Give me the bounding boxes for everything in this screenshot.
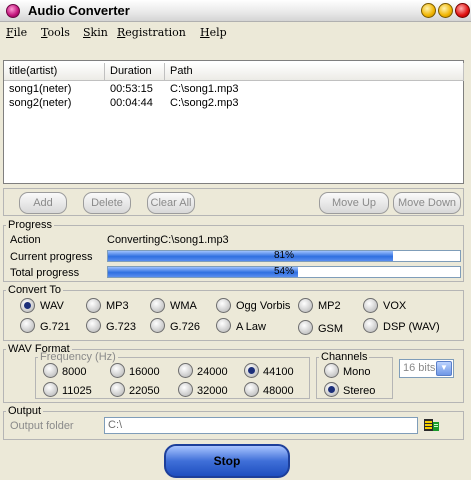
menu-help[interactable]: Help — [200, 26, 227, 39]
radio-mono[interactable] — [324, 363, 339, 378]
move-up-button[interactable]: Move Up — [319, 192, 389, 214]
radio-freq-22050-label: 22050 — [129, 385, 160, 397]
radio-freq-44100[interactable] — [244, 363, 259, 378]
radio-g726-label: G.726 — [170, 321, 200, 333]
browse-folder-icon[interactable] — [423, 416, 440, 433]
cell-title: song1(neter) — [9, 83, 72, 95]
radio-mp2-label: MP2 — [318, 300, 341, 312]
radio-mp2[interactable] — [298, 298, 313, 313]
chevron-down-icon[interactable] — [436, 361, 452, 376]
list-buttons: Add Delete Clear All Move Up Move Down — [3, 188, 464, 216]
radio-g726[interactable] — [150, 318, 165, 333]
radio-vox[interactable] — [363, 298, 378, 313]
cell-duration: 00:04:44 — [110, 97, 153, 109]
radio-dsp-wav-label: DSP (WAV) — [383, 321, 440, 333]
output-legend: Output — [8, 405, 42, 417]
clear-all-button[interactable]: Clear All — [147, 192, 195, 214]
list-header: title(artist) Duration Path — [4, 63, 464, 81]
radio-g723-label: G.723 — [106, 321, 136, 333]
current-progress-label: Current progress — [10, 251, 93, 263]
radio-g721[interactable] — [20, 318, 35, 333]
radio-freq-32000[interactable] — [178, 382, 193, 397]
radio-freq-8000-label: 8000 — [62, 366, 87, 378]
maximize-button[interactable] — [438, 3, 453, 18]
action-label: Action — [10, 234, 41, 246]
title-bar[interactable]: Audio Converter — [0, 0, 471, 22]
menu-file[interactable]: File — [6, 26, 27, 39]
list-row[interactable]: song1(neter) 00:53:15 C:\song1.mp3 — [4, 82, 463, 96]
radio-freq-22050[interactable] — [110, 382, 125, 397]
radio-freq-24000-label: 24000 — [197, 366, 228, 378]
radio-freq-44100-label: 44100 — [263, 366, 294, 378]
audio-converter-window: Audio Converter File Tools Skin Registra… — [0, 0, 471, 480]
app-icon — [6, 4, 20, 18]
radio-g721-label: G.721 — [40, 321, 70, 333]
radio-mono-label: Mono — [343, 366, 371, 378]
radio-gsm[interactable] — [298, 320, 313, 335]
radio-ogg-vorbis[interactable] — [216, 298, 231, 313]
radio-wma[interactable] — [150, 298, 165, 313]
radio-mp3-label: MP3 — [106, 300, 129, 312]
output-folder-field[interactable]: C:\ — [104, 417, 418, 434]
radio-g723[interactable] — [86, 318, 101, 333]
bits-select[interactable]: 16 bits — [399, 359, 454, 378]
close-button[interactable] — [455, 3, 470, 18]
radio-freq-16000-label: 16000 — [129, 366, 160, 378]
progress-legend: Progress — [8, 219, 53, 231]
radio-gsm-label: GSM — [318, 323, 344, 335]
current-progress-bar: 81% — [107, 250, 461, 262]
move-down-button[interactable]: Move Down — [393, 192, 461, 214]
list-row[interactable]: song2(neter) 00:04:44 C:\song2.mp3 — [4, 96, 463, 110]
radio-wav-label: WAV — [40, 300, 64, 312]
cell-duration: 00:53:15 — [110, 83, 153, 95]
cell-path: C:\song1.mp3 — [170, 83, 239, 95]
radio-a-law-label: A Law — [236, 321, 266, 333]
radio-stereo[interactable] — [324, 382, 339, 397]
menu-bar: File Tools Skin Registration Help — [0, 23, 471, 41]
file-list[interactable]: title(artist) Duration Path song1(neter)… — [3, 60, 464, 184]
total-progress-text: 54% — [273, 266, 294, 277]
radio-freq-11025[interactable] — [43, 382, 58, 397]
window-title: Audio Converter — [28, 3, 130, 18]
radio-mp3[interactable] — [86, 298, 101, 313]
radio-freq-24000[interactable] — [178, 363, 193, 378]
bits-select-value: 16 bits — [403, 362, 436, 374]
channels-legend: Channels — [321, 351, 368, 363]
output-folder-label: Output folder — [10, 420, 74, 432]
radio-freq-16000[interactable] — [110, 363, 125, 378]
radio-freq-48000[interactable] — [244, 382, 259, 397]
frequency-legend: Frequency (Hz) — [40, 351, 116, 363]
total-progress-bar: 54% — [107, 266, 461, 278]
current-progress-text: 81% — [273, 250, 294, 261]
column-title[interactable]: title(artist) — [4, 63, 105, 81]
menu-tools[interactable]: Tools — [41, 26, 70, 39]
menu-skin[interactable]: Skin — [83, 26, 108, 39]
menu-registration[interactable]: Registration — [117, 26, 186, 39]
radio-freq-48000-label: 48000 — [263, 385, 294, 397]
radio-vox-label: VOX — [383, 300, 407, 312]
radio-stereo-label: Stereo — [343, 385, 376, 397]
cell-title: song2(neter) — [9, 97, 72, 109]
radio-freq-8000[interactable] — [43, 363, 58, 378]
column-path[interactable]: Path — [165, 63, 464, 81]
convert-to-legend: Convert To — [8, 284, 61, 296]
radio-a-law[interactable] — [216, 318, 231, 333]
add-button[interactable]: Add — [19, 192, 67, 214]
radio-dsp-wav[interactable] — [363, 318, 378, 333]
radio-freq-11025-label: 11025 — [62, 385, 92, 397]
radio-wav[interactable] — [20, 298, 35, 313]
action-value: ConvertingC:\song1.mp3 — [107, 234, 229, 246]
cell-path: C:\song2.mp3 — [170, 97, 239, 109]
minimize-button[interactable] — [421, 3, 436, 18]
radio-ogg-vorbis-label: Ogg Vorbis — [236, 300, 291, 312]
radio-wma-label: WMA — [170, 300, 197, 312]
stop-button[interactable]: Stop — [164, 444, 290, 478]
total-progress-label: Total progress — [10, 267, 80, 279]
radio-freq-32000-label: 32000 — [197, 385, 228, 397]
column-duration[interactable]: Duration — [105, 63, 165, 81]
delete-button[interactable]: Delete — [83, 192, 131, 214]
